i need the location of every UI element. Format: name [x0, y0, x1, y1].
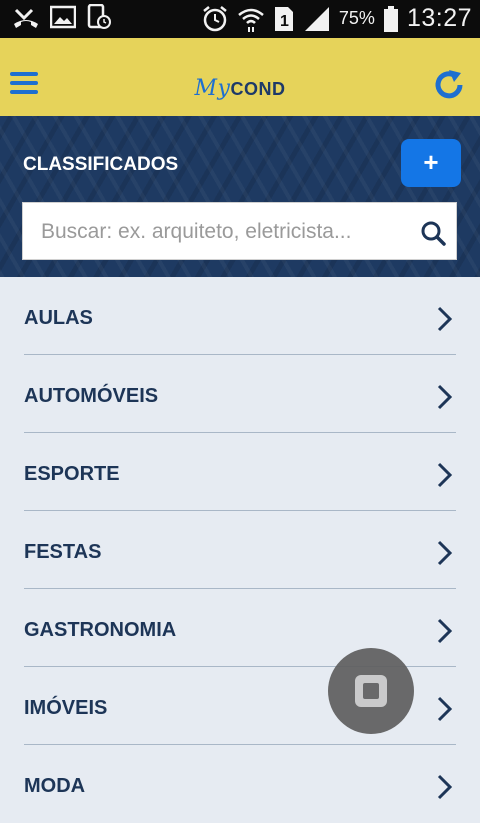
- phone-sync-icon: [87, 4, 111, 29]
- chevron-right-icon: [437, 774, 453, 800]
- missed-call-icon: [14, 8, 38, 28]
- refresh-icon: [435, 70, 463, 99]
- list-item-esporte[interactable]: ESPORTE: [0, 433, 480, 511]
- list-item-aulas[interactable]: AULAS: [0, 277, 480, 355]
- wifi-icon: [238, 8, 264, 32]
- list-item-label: ESPORTE: [24, 463, 120, 485]
- clock: 13:27: [406, 4, 472, 32]
- list-item-label: FESTAS: [24, 541, 102, 563]
- status-bar: 1 75% 13:27: [0, 0, 480, 38]
- battery-icon: [383, 5, 398, 32]
- classifieds-header: CLASSIFICADOS +: [0, 116, 480, 277]
- chevron-right-icon: [437, 618, 453, 644]
- list-item-label: AULAS: [24, 307, 93, 329]
- app-logo: MyCOND: [0, 76, 480, 101]
- alarm-icon: [203, 5, 227, 31]
- floating-stop-button[interactable]: [328, 648, 414, 734]
- chevron-right-icon: [437, 306, 453, 332]
- logo-my: My: [194, 76, 231, 101]
- category-list: AULAS AUTOMÓVEIS ESPORTE FESTAS GASTRONO…: [0, 277, 480, 823]
- search-icon[interactable]: [420, 220, 446, 246]
- list-item-gastronomia[interactable]: GASTRONOMIA: [0, 589, 480, 667]
- search-input[interactable]: [39, 203, 403, 261]
- chevron-right-icon: [437, 540, 453, 566]
- chevron-right-icon: [437, 462, 453, 488]
- add-button[interactable]: +: [401, 139, 461, 187]
- refresh-button[interactable]: [432, 68, 466, 102]
- logo-cond: COND: [230, 79, 286, 99]
- list-item-automoveis[interactable]: AUTOMÓVEIS: [0, 355, 480, 433]
- list-item-label: IMÓVEIS: [24, 697, 108, 719]
- signal-icon: [304, 6, 329, 31]
- sim-slot-number: 1: [280, 13, 289, 30]
- app-bar: MyCOND: [0, 38, 480, 118]
- list-item-label: GASTRONOMIA: [24, 619, 177, 641]
- search-box: [22, 202, 457, 261]
- sim-icon: 1: [274, 6, 293, 31]
- battery-percent: 75%: [338, 8, 375, 28]
- page-title: CLASSIFICADOS: [23, 154, 179, 175]
- chevron-right-icon: [437, 384, 453, 410]
- list-item-label: MODA: [24, 775, 86, 797]
- stop-icon: [355, 675, 387, 707]
- list-item-label: AUTOMÓVEIS: [24, 385, 159, 407]
- image-icon: [50, 5, 76, 29]
- chevron-right-icon: [437, 696, 453, 722]
- list-item-festas[interactable]: FESTAS: [0, 511, 480, 589]
- list-item-moda[interactable]: MODA: [0, 745, 480, 823]
